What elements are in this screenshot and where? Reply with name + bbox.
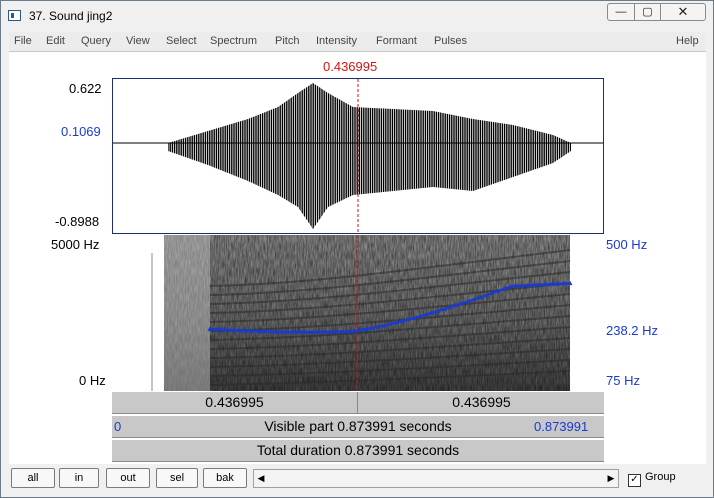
bottom-toolbar: all in out sel bak ◀ ▶ ✓ Group <box>9 466 706 492</box>
menu-spectrum[interactable]: Spectrum <box>210 35 257 47</box>
total-duration-bar[interactable]: Total duration 0.873991 seconds <box>112 440 604 462</box>
total-duration-label: Total duration 0.873991 seconds <box>256 442 460 458</box>
menu-bar: File Edit Query View Select Spectrum Pit… <box>9 32 706 52</box>
menu-file[interactable]: File <box>14 35 32 47</box>
waveform-max-label: 0.622 <box>69 81 102 96</box>
menu-intensity[interactable]: Intensity <box>316 35 357 47</box>
pitch-top-label: 500 Hz <box>606 237 648 252</box>
maximize-button[interactable]: ▢ <box>634 3 661 21</box>
spectrogram-plot <box>112 235 604 391</box>
menu-pulses[interactable]: Pulses <box>434 35 467 47</box>
checkmark-icon: ✓ <box>628 474 641 487</box>
menu-pitch[interactable]: Pitch <box>275 35 299 47</box>
zoom-in-button[interactable]: in <box>59 468 99 488</box>
menu-view[interactable]: View <box>126 35 150 47</box>
zoom-selection-button[interactable]: sel <box>156 468 198 488</box>
time-bars: 0.436995 0.436995 0 Visible part 0.87399… <box>112 392 604 464</box>
group-checkbox[interactable]: ✓ Group <box>628 471 676 487</box>
pitch-cursor-value-label: 238.2 Hz <box>606 323 659 338</box>
window-title: 37. Sound jing2 <box>29 9 113 23</box>
sound-editor-window: 37. Sound jing2 — ▢ ✕ File Edit Query Vi… <box>0 0 714 498</box>
cursor-time-bar[interactable]: 0.436995 0.436995 <box>112 392 604 414</box>
menu-edit[interactable]: Edit <box>46 35 65 47</box>
spectrogram-top-freq-label: 5000 Hz <box>51 237 100 252</box>
group-label: Group <box>645 471 676 483</box>
menu-select[interactable]: Select <box>166 35 197 47</box>
menu-query[interactable]: Query <box>81 35 111 47</box>
waveform-plot <box>113 79 603 233</box>
zoom-all-button[interactable]: all <box>11 468 55 488</box>
visible-part-bar[interactable]: 0 Visible part 0.873991 seconds 0.873991 <box>112 416 604 438</box>
menu-help[interactable]: Help <box>676 35 699 47</box>
pitch-bottom-label: 75 Hz <box>606 373 640 388</box>
menu-formant[interactable]: Formant <box>376 35 417 47</box>
waveform-panel[interactable] <box>112 78 604 234</box>
visible-part-label: Visible part 0.873991 seconds <box>264 418 452 434</box>
praat-window-icon <box>8 10 21 21</box>
zoom-back-button[interactable]: bak <box>203 468 247 488</box>
close-button[interactable]: ✕ <box>660 3 706 21</box>
spectrogram-bottom-freq-label: 0 Hz <box>79 373 106 388</box>
minimize-button[interactable]: — <box>607 3 635 21</box>
visible-end-label: 0.873991 <box>534 419 589 434</box>
cursor-time-label: 0.436995 <box>323 59 378 74</box>
title-bar: 37. Sound jing2 — ▢ ✕ <box>1 1 713 31</box>
editor-canvas[interactable]: 0.436995 0.622 0.1069 -0.8988 5000 Hz 0 … <box>9 52 706 464</box>
spectrogram-panel[interactable] <box>112 235 604 391</box>
waveform-cursor-value-label: 0.1069 <box>61 124 101 139</box>
zoom-out-button[interactable]: out <box>106 468 150 488</box>
left-half-label[interactable]: 0.436995 <box>112 392 358 413</box>
horizontal-scrollbar[interactable]: ◀ ▶ <box>253 469 619 488</box>
scroll-right-arrow-icon[interactable]: ▶ <box>604 470 618 487</box>
scroll-left-arrow-icon[interactable]: ◀ <box>254 470 268 487</box>
waveform-min-label: -0.8988 <box>55 214 100 229</box>
right-half-label[interactable]: 0.436995 <box>359 392 604 413</box>
